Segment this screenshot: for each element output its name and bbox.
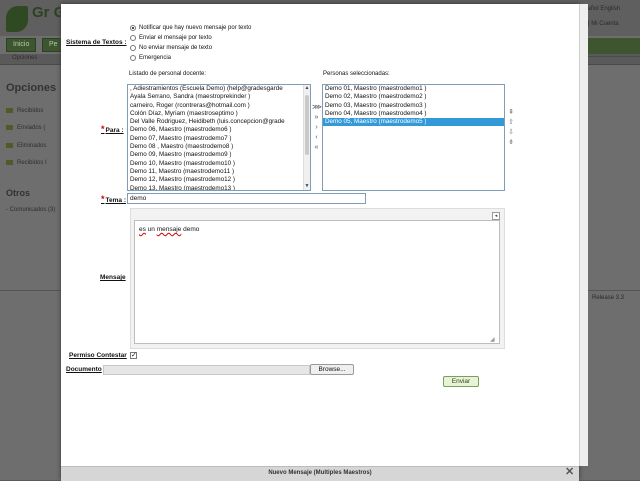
list-item[interactable]: Demo 03, Maestro (maestrodemo3 ) [323,102,504,110]
release-label: Release 3.3 [592,295,625,301]
para-label: *Para : [101,124,124,134]
sidebar-item-enviados[interactable]: Enviados ( [6,125,45,131]
sms-option-send-text[interactable]: Enviar el mensaje por texto [130,35,212,41]
close-icon[interactable]: ✕ [565,467,574,478]
list-item[interactable]: Demo 13, Maestro (maestrodemo13 ) [128,185,310,190]
permiso-contestar-label: Permiso Contestar [69,352,127,359]
add-all-icon[interactable]: ⋙ [312,104,322,111]
browse-button[interactable]: Browse... [310,364,354,375]
otros-title: Otros [6,188,31,198]
message-textarea[interactable]: es un mensaje demo [134,220,500,344]
sidebar-item-eliminados[interactable]: Eliminados [6,143,46,149]
tema-label: *Tema : [101,194,126,204]
message-text: es un mensaje demo [139,226,200,233]
otros-comunicados[interactable]: - Comunicados (3) [6,207,56,213]
required-asterisk: * [101,194,105,204]
list-item[interactable]: Demo 12, Maestro (maestrodemo12 ) [128,176,310,184]
folder-icon [6,125,13,130]
selected-list-items: Demo 01, Maestro (maestrodemo1 ) Demo 02,… [323,85,504,127]
list-item[interactable]: Demo 10, Maestro (maestrodemo10 ) [128,160,310,168]
available-teachers-list[interactable]: , Adiestramientos (Escuela Demo) (help@g… [127,84,311,191]
add-selected-icon[interactable]: » [312,114,321,121]
list-item[interactable]: Ayala Serrano, Sandra (maestroprekinder … [128,93,310,101]
mensaje-label: Mensaje [100,274,126,281]
remove-selected-icon[interactable]: ‹ [312,134,321,141]
list-item[interactable]: Demo 02, Maestro (maestrodemo2 ) [323,93,504,101]
documento-file-field[interactable] [103,365,310,375]
available-list-caption: Listado de personal docente: [129,71,207,77]
radio-icon[interactable] [130,55,136,61]
page-title: Opciones [6,82,57,94]
list-item[interactable]: Demo 06, Maestro (maestrodemo6 ) [128,126,310,134]
message-editor: ◂ es un mensaje demo ◢ [130,208,505,349]
list-item[interactable]: Demo 07, Maestro (maestrodemo7 ) [128,135,310,143]
move-top-icon[interactable]: ⇞ [507,109,515,116]
move-right-icon[interactable]: › [312,124,321,131]
sms-system-label: Sistema de Textos : [66,39,127,46]
editor-toolbar-toggle-icon[interactable]: ◂ [492,212,500,220]
divider [584,56,640,57]
list-item[interactable]: Demo 11, Maestro (maestrodemo11 ) [128,168,310,176]
sms-option-notify[interactable]: Notificar que hay nuevo mensaje por text… [130,25,251,31]
list-item[interactable]: Demo 05, Maestro (maestrodemo5 ) [323,118,504,127]
list-item[interactable]: Del Valle Rodriguez, Heidibeth (luis.con… [128,118,310,126]
available-list-scrollbar[interactable]: ▲ ▼ [303,85,310,190]
list-item[interactable]: Demo 04, Maestro (maestrodemo4 ) [323,110,504,118]
list-item[interactable]: Demo 08 , Maestro (maestrodemo8 ) [128,143,310,151]
list-item[interactable]: Colón Díaz, Myriam (maestroseptimo ) [128,110,310,118]
modal-footer: Nuevo Mensaje (Multiples Maestros) [61,466,579,481]
tab-inicio[interactable]: Inicio [6,38,37,52]
scroll-up-icon[interactable]: ▲ [304,85,310,92]
modal-title: Nuevo Mensaje (Multiples Maestros) [268,470,372,476]
scroll-down-icon[interactable]: ▼ [304,183,310,190]
scroll-thumb[interactable] [305,95,309,155]
move-bottom-icon[interactable]: ⇟ [507,139,515,146]
list-item[interactable]: Demo 09, Maestro (maestrodemo9 ) [128,151,310,159]
available-list-items: , Adiestramientos (Escuela Demo) (help@g… [128,85,310,190]
list-item[interactable]: Demo 01, Maestro (maestrodemo1 ) [323,85,504,93]
sidebar-item-recibidos[interactable]: Recibidos [6,108,43,114]
list-item[interactable]: carneiro, Roger (rcontreras@hotmail.com … [128,102,310,110]
required-asterisk: * [101,124,105,134]
sms-option-no-text[interactable]: No enviar mensaje de texto [130,45,212,51]
modal-scrollbar[interactable] [579,4,588,466]
radio-icon[interactable] [130,35,136,41]
selected-people-list[interactable]: Demo 01, Maestro (maestrodemo1 ) Demo 02,… [322,84,505,191]
tema-input[interactable]: demo [127,193,366,204]
sms-option-emergency[interactable]: Emergencia [130,55,171,61]
trash-icon [6,143,13,148]
resize-handle-icon[interactable]: ◢ [490,337,496,343]
folder-icon [6,160,13,165]
app-right-bar [584,38,640,54]
send-button[interactable]: Enviar [443,376,479,387]
subtab-opciones[interactable]: Opciones [12,55,37,61]
selected-list-caption: Personas seleccionadas: [323,71,390,77]
leaf-logo-icon [6,6,28,32]
language-links[interactable]: pañol English [584,6,620,12]
permiso-contestar-checkbox[interactable]: ✓ [130,352,137,359]
remove-all-icon[interactable]: « [312,144,321,151]
sidebar-item-recibidos-2[interactable]: Recibidos I [6,160,47,166]
folder-icon [6,108,13,113]
radio-icon[interactable] [130,25,136,31]
documento-label: Documento [66,366,102,373]
mi-cuenta-link[interactable]: | Mi Cuenta [588,21,619,27]
move-up-icon[interactable]: ⇧ [507,119,515,126]
move-down-icon[interactable]: ⇩ [507,129,515,136]
radio-icon[interactable] [130,45,136,51]
list-item[interactable]: , Adiestramientos (Escuela Demo) (help@g… [128,85,310,93]
